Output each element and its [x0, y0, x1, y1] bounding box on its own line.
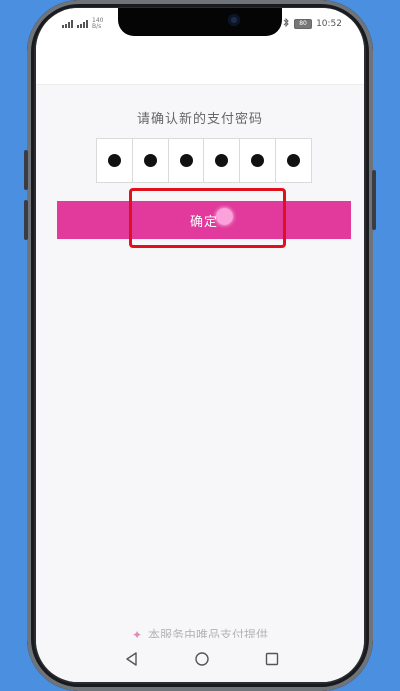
- password-digit: [204, 139, 241, 182]
- password-dot-icon: [215, 154, 229, 167]
- notch: [118, 8, 282, 36]
- status-right: 80 10:52: [283, 17, 342, 30]
- password-digit: [240, 139, 277, 182]
- recent-apps-icon[interactable]: [264, 651, 280, 671]
- front-camera-icon: [228, 14, 240, 26]
- phone-volume-button: [24, 200, 28, 240]
- password-dot-icon: [287, 154, 301, 167]
- password-digit: [276, 139, 311, 182]
- password-dot-icon: [143, 154, 157, 167]
- password-digit: [97, 139, 133, 182]
- password-dot-icon: [251, 154, 265, 167]
- status-bar: 140 B/s 80 10:52: [36, 8, 364, 42]
- password-dot-icon: [107, 154, 121, 167]
- annotation-highlight-box: [129, 188, 286, 248]
- bluetooth-icon: [283, 17, 290, 30]
- back-icon[interactable]: [124, 651, 140, 671]
- signal-icon: [77, 20, 88, 28]
- navigation-bar: [36, 638, 364, 682]
- signal-icon: [62, 20, 73, 28]
- password-dot-icon: [179, 154, 193, 167]
- battery-icon: 80: [294, 19, 313, 29]
- password-digit: [133, 139, 169, 182]
- phone-power-button: [372, 170, 376, 230]
- phone-volume-button: [24, 150, 28, 190]
- password-prompt: 请确认新的支付密码: [136, 112, 263, 127]
- page-header: [36, 42, 364, 85]
- status-left: 140 B/s: [62, 18, 103, 30]
- password-digit: [169, 139, 205, 182]
- phone-screen: 140 B/s 80 10:52 请确认新的支付密码 确定 ✦ 本服务由唯品支付提…: [36, 8, 364, 682]
- network-speed-unit: B/s: [92, 23, 102, 30]
- home-icon[interactable]: [194, 651, 210, 671]
- password-input[interactable]: [96, 138, 312, 183]
- network-speed: 140 B/s: [92, 18, 103, 30]
- clock: 10:52: [316, 19, 342, 29]
